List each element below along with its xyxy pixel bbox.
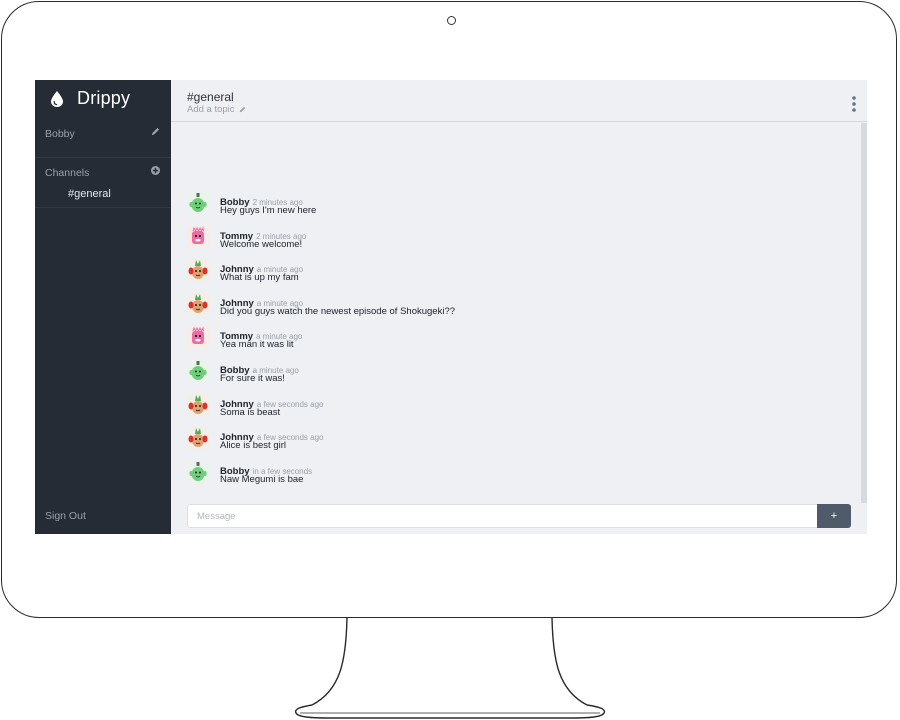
send-button[interactable]: + (817, 504, 851, 528)
message-text: Did you guys watch the newest episode of… (220, 305, 456, 317)
current-user-name: Bobby (45, 128, 75, 140)
avatar-red-pineapple-icon (187, 259, 209, 282)
app-name: Drippy (77, 88, 131, 108)
message-item: Tommy 2 minutes ago Welcome welcome! (187, 225, 837, 260)
topic-text: Add a topic (187, 104, 235, 115)
avatar-green-cactus-icon (187, 460, 209, 483)
scrollbar[interactable] (861, 123, 867, 503)
message-item: Johnny a few seconds ago Alice is best gi… (187, 427, 837, 461)
message-input[interactable] (187, 504, 817, 528)
avatar-green-cactus-icon (187, 359, 209, 382)
avatar-red-pineapple-icon (187, 393, 209, 416)
channels-label: Channels (45, 167, 90, 179)
app-screen: Drippy Bobby Channels #general Sign Out … (35, 80, 867, 534)
message-item: Bobby 2 minutes ago Hey guys I'm new here (187, 192, 837, 226)
droplet-icon (51, 90, 63, 107)
sidebar: Drippy Bobby Channels #general Sign Out (35, 80, 171, 534)
message-text: Naw Megumi is bae (220, 473, 304, 485)
message-text: What is up my fam (220, 272, 299, 284)
message-item: Bobby a minute ago For sure it was! (187, 359, 837, 394)
brand: Drippy (51, 88, 130, 109)
topic-pencil-icon (239, 106, 245, 113)
message-text: Alice is best girl (220, 440, 286, 452)
add-topic[interactable]: Add a topic (187, 104, 246, 115)
message-text: Yea man it was lit (220, 339, 294, 351)
sidebar-divider (35, 207, 171, 208)
message-text: Soma is beast (220, 406, 281, 418)
message-item: Bobby in a few seconds Naw Megumi is bae (187, 460, 837, 495)
message-item: Johnny a minute ago What is up my fam (187, 259, 837, 293)
message-composer: + (187, 504, 851, 528)
avatar-red-pineapple-icon (187, 427, 209, 450)
avatar-green-cactus-icon (187, 192, 209, 214)
message-item: Johnny a minute ago Did you guys watch th… (187, 292, 837, 327)
add-channel-icon[interactable] (151, 166, 160, 175)
sign-out-link[interactable]: Sign Out (45, 510, 86, 522)
message-item: Tommy a minute ago Yea man it was lit (187, 326, 837, 360)
edit-pencil-icon[interactable] (151, 127, 160, 136)
message-text: Hey guys I'm new here (220, 205, 317, 216)
message-list: Bobby 2 minutes ago Hey guys I'm new here… (187, 192, 837, 494)
main-panel: #general Add a topic Bobby 2 minutes ago… (171, 80, 867, 534)
avatar-pink-creature-icon (187, 225, 209, 248)
current-user-row: Bobby (35, 120, 171, 158)
sidebar-channel-general[interactable]: #general (68, 188, 111, 200)
avatar-red-pineapple-icon (187, 292, 209, 315)
message-item: Johnny a few seconds ago Soma is beast (187, 393, 837, 428)
more-options-icon[interactable] (852, 96, 856, 112)
channel-title: #general (187, 90, 234, 104)
message-text: For sure it was! (220, 372, 285, 384)
avatar-pink-creature-icon (187, 326, 209, 349)
channel-header: #general Add a topic (171, 80, 867, 122)
message-text: Welcome welcome! (220, 238, 303, 250)
